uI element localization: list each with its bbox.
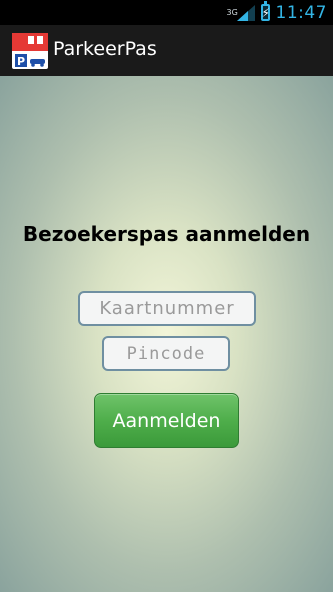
clock: 11:47: [275, 2, 327, 23]
card-number-input[interactable]: [78, 291, 256, 326]
signal-icon: 3G: [227, 4, 255, 21]
status-bar: 3G ⚡ 11:47: [0, 0, 333, 25]
pin-code-input[interactable]: [102, 336, 230, 371]
battery-charging-icon: ⚡: [260, 1, 270, 21]
network-type-label: 3G: [226, 7, 238, 17]
login-button[interactable]: Aanmelden: [94, 393, 239, 448]
login-screen: Bezoekerspas aanmelden Aanmelden: [0, 76, 333, 592]
app-title: ParkeerPas: [53, 38, 157, 60]
action-bar: P ParkeerPas: [0, 25, 333, 76]
svg-text:P: P: [17, 55, 25, 68]
parking-pass-app-icon[interactable]: P: [12, 33, 48, 69]
status-icons: 3G ⚡ 11:47: [227, 0, 328, 25]
page-title: Bezoekerspas aanmelden: [22, 222, 311, 246]
